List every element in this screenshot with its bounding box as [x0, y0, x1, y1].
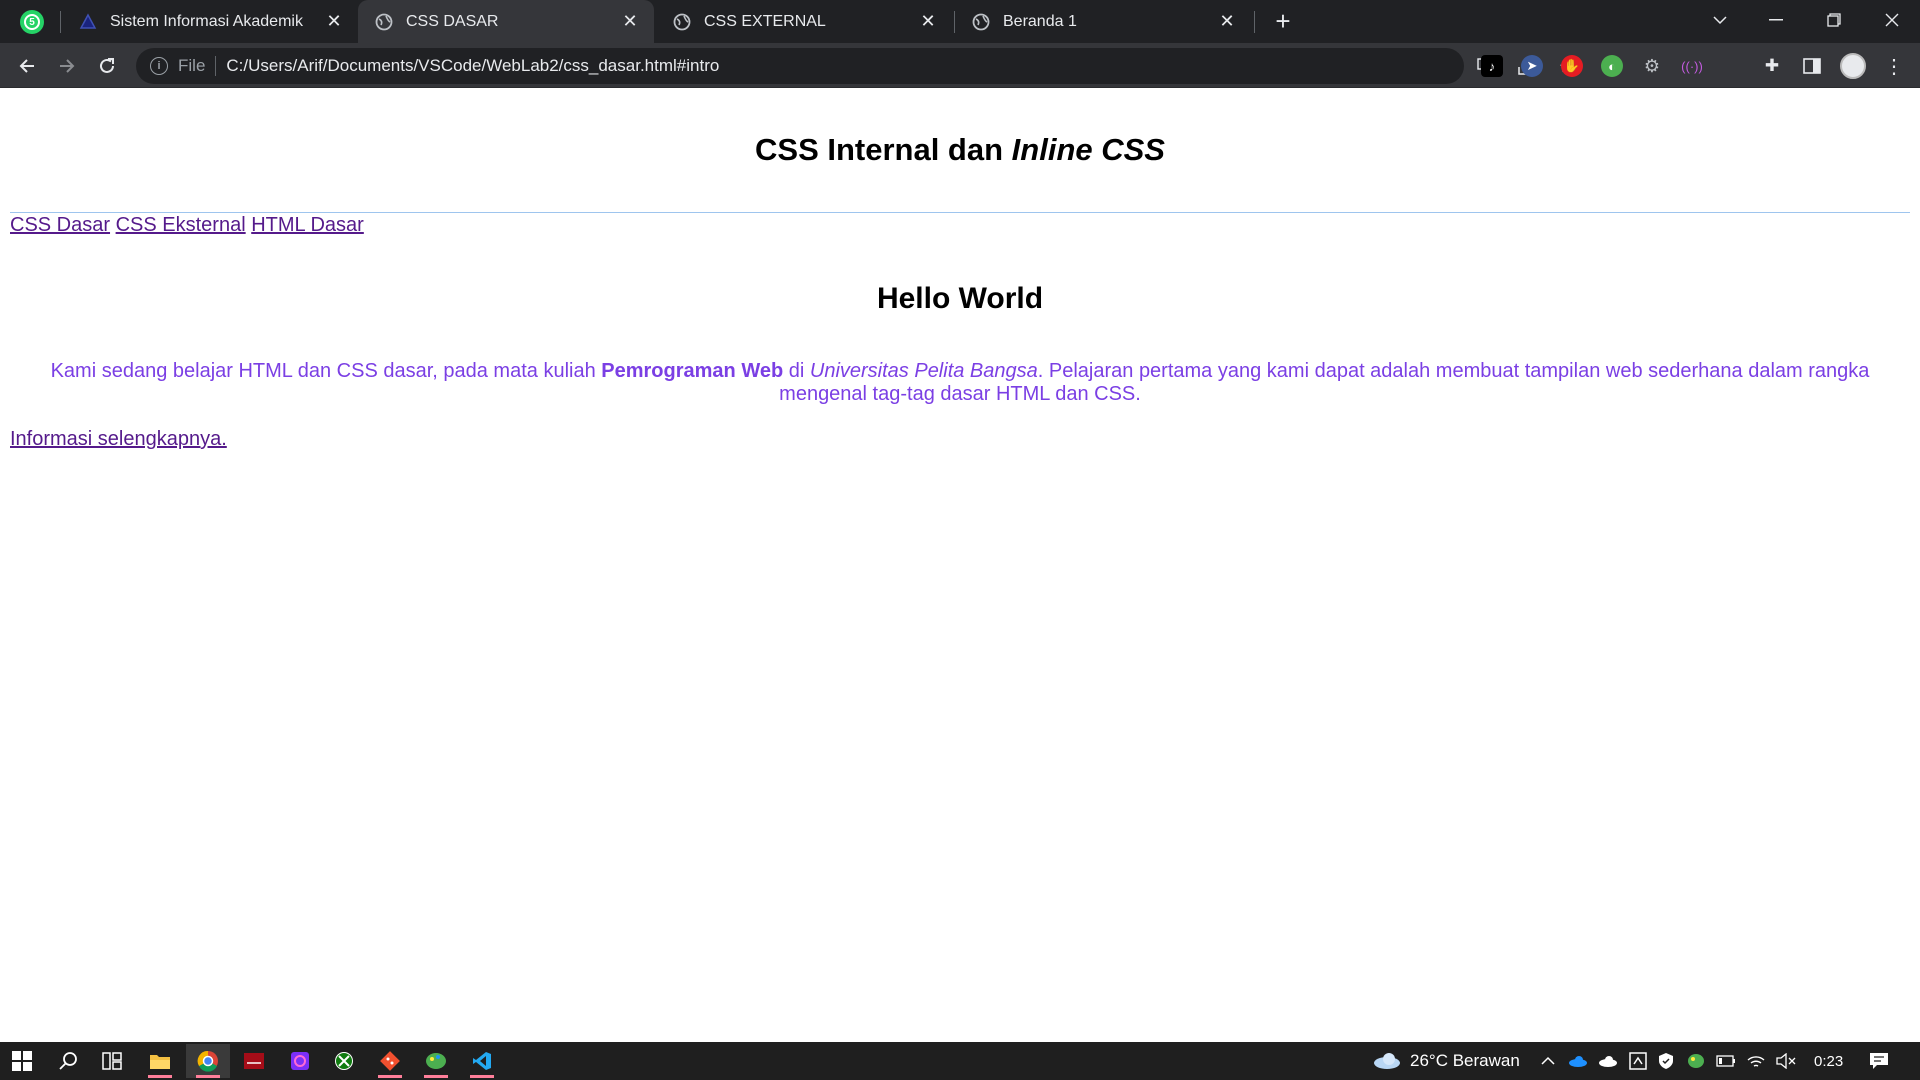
intro-text-1: Kami sedang belajar HTML dan CSS dasar, … [50, 360, 602, 382]
new-tab-button[interactable]: + [1268, 6, 1298, 36]
back-arrow-icon[interactable] [10, 49, 44, 83]
search-icon[interactable] [48, 1044, 88, 1078]
intro-italic: Universitas Pelita Bangsa [809, 360, 1038, 382]
close-window-icon[interactable] [1864, 0, 1920, 40]
url-divider [215, 56, 217, 76]
heading-italic-text: Inline CSS [1011, 132, 1165, 167]
sidepanel-icon[interactable] [1801, 55, 1823, 77]
clock[interactable]: 0:23 [1814, 1042, 1843, 1080]
horizontal-rule [10, 212, 1910, 213]
xbox-icon[interactable] [324, 1044, 364, 1078]
task-view-icon[interactable] [92, 1044, 132, 1078]
capture-icon[interactable] [1628, 1052, 1648, 1070]
running-indicator [148, 1075, 172, 1078]
close-icon[interactable]: ✕ [1215, 10, 1239, 34]
running-indicator [424, 1075, 448, 1078]
intro-text-2: di [783, 360, 810, 382]
paint-ext-icon[interactable]: ◐ [1601, 55, 1623, 77]
tab-beranda[interactable]: Beranda 1 ✕ [955, 0, 1251, 43]
security-shield-icon[interactable] [1656, 1052, 1676, 1070]
gear-ext-icon[interactable]: ⚙ [1641, 55, 1663, 77]
info-icon[interactable]: i [150, 57, 168, 75]
running-indicator [378, 1075, 402, 1078]
tab-search-icon[interactable] [1692, 0, 1748, 40]
intro-paragraph: Kami sedang belajar HTML dan CSS dasar, … [40, 360, 1880, 406]
purple-app-icon[interactable] [280, 1044, 320, 1078]
tab-title: Beranda 1 [1003, 12, 1077, 30]
university-favicon-icon [78, 12, 98, 32]
puzzle-icon[interactable]: ✚ [1761, 55, 1783, 77]
intro-bold: Pemrograman Web [601, 360, 784, 382]
wifi-icon[interactable] [1746, 1052, 1766, 1070]
hello-heading: Hello World [876, 282, 1044, 315]
profile-avatar[interactable] [1840, 53, 1866, 79]
more-info-link[interactable]: Informasi selengkapnya. [10, 428, 227, 451]
close-icon[interactable]: ✕ [322, 10, 346, 34]
globe-icon [374, 12, 394, 32]
chrome-icon[interactable] [186, 1044, 230, 1078]
close-icon[interactable]: ✕ [618, 10, 642, 34]
red-app-icon[interactable] [234, 1044, 274, 1078]
battery-icon[interactable] [1716, 1052, 1736, 1070]
tiktok-ext-icon[interactable]: ♪ [1481, 55, 1503, 77]
address-bar[interactable]: i File C:/Users/Arif/Documents/VSCode/We… [136, 48, 1573, 84]
globe-icon [971, 12, 991, 32]
tab-css-dasar[interactable]: CSS DASAR ✕ [358, 0, 654, 43]
paint-tray-icon[interactable] [1686, 1052, 1706, 1070]
tab-title: CSS EXTERNAL [704, 12, 826, 30]
notification-icon[interactable] [1868, 1052, 1890, 1070]
whatsapp-badge: 5 [24, 14, 40, 30]
running-indicator [470, 1075, 494, 1078]
tab-separator [60, 11, 61, 33]
page-nav: CSS Dasar CSS Eksternal HTML Dasar [10, 214, 364, 237]
paint-app-icon[interactable] [416, 1044, 456, 1078]
browser-toolbar: i File C:/Users/Arif/Documents/VSCode/We… [0, 43, 1920, 88]
cloud-weather-icon[interactable] [1372, 1052, 1402, 1070]
heading-text: CSS Internal dan [755, 132, 1012, 167]
taskbar: 26°C Berawan 0:23 [0, 1042, 1920, 1080]
vscode-icon[interactable] [462, 1044, 502, 1078]
globe-icon [672, 12, 692, 32]
link-css-eksternal[interactable]: CSS Eksternal [116, 214, 246, 236]
whatsapp-pinned-tab[interactable]: 5 [20, 10, 44, 34]
volume-muted-icon[interactable] [1776, 1052, 1796, 1070]
tab-separator [1254, 11, 1255, 33]
tab-title: CSS DASAR [406, 12, 499, 30]
cloud-icon[interactable] [1598, 1052, 1618, 1070]
tab-title: Sistem Informasi Akademik [110, 12, 303, 30]
close-icon[interactable]: ✕ [916, 10, 940, 34]
reload-icon[interactable] [90, 49, 124, 83]
chevron-up-icon[interactable] [1538, 1052, 1558, 1070]
restore-icon[interactable] [1806, 0, 1862, 40]
minimize-icon[interactable] [1748, 0, 1804, 40]
link-css-dasar[interactable]: CSS Dasar [10, 214, 110, 236]
link-html-dasar[interactable]: HTML Dasar [251, 214, 364, 236]
cursor-ext-icon[interactable]: ➤ [1521, 55, 1543, 77]
broadcast-ext-icon[interactable]: ((·)) [1681, 55, 1703, 77]
weather-text[interactable]: 26°C Berawan [1410, 1042, 1520, 1080]
onedrive-icon[interactable] [1568, 1052, 1588, 1070]
tab-strip: 5 Sistem Informasi Akademik ✕ CSS DASAR … [0, 0, 1920, 43]
page-heading: CSS Internal dan Inline CSS [0, 132, 1920, 168]
running-indicator [196, 1075, 220, 1078]
file-explorer-icon[interactable] [140, 1044, 180, 1078]
git-icon[interactable] [370, 1044, 410, 1078]
start-icon[interactable] [2, 1044, 42, 1078]
url-text[interactable]: C:/Users/Arif/Documents/VSCode/WebLab2/c… [226, 56, 719, 76]
url-scheme: File [178, 56, 206, 75]
tab-sistem-informasi[interactable]: Sistem Informasi Akademik ✕ [62, 0, 358, 43]
tab-css-external[interactable]: CSS EXTERNAL ✕ [656, 0, 952, 43]
web-page: CSS Internal dan Inline CSS CSS Dasar CS… [0, 88, 1920, 1042]
kebab-menu-icon[interactable]: ⋮ [1880, 51, 1908, 81]
adblock-ext-icon[interactable]: ✋ [1561, 55, 1583, 77]
forward-arrow-icon[interactable] [50, 49, 84, 83]
